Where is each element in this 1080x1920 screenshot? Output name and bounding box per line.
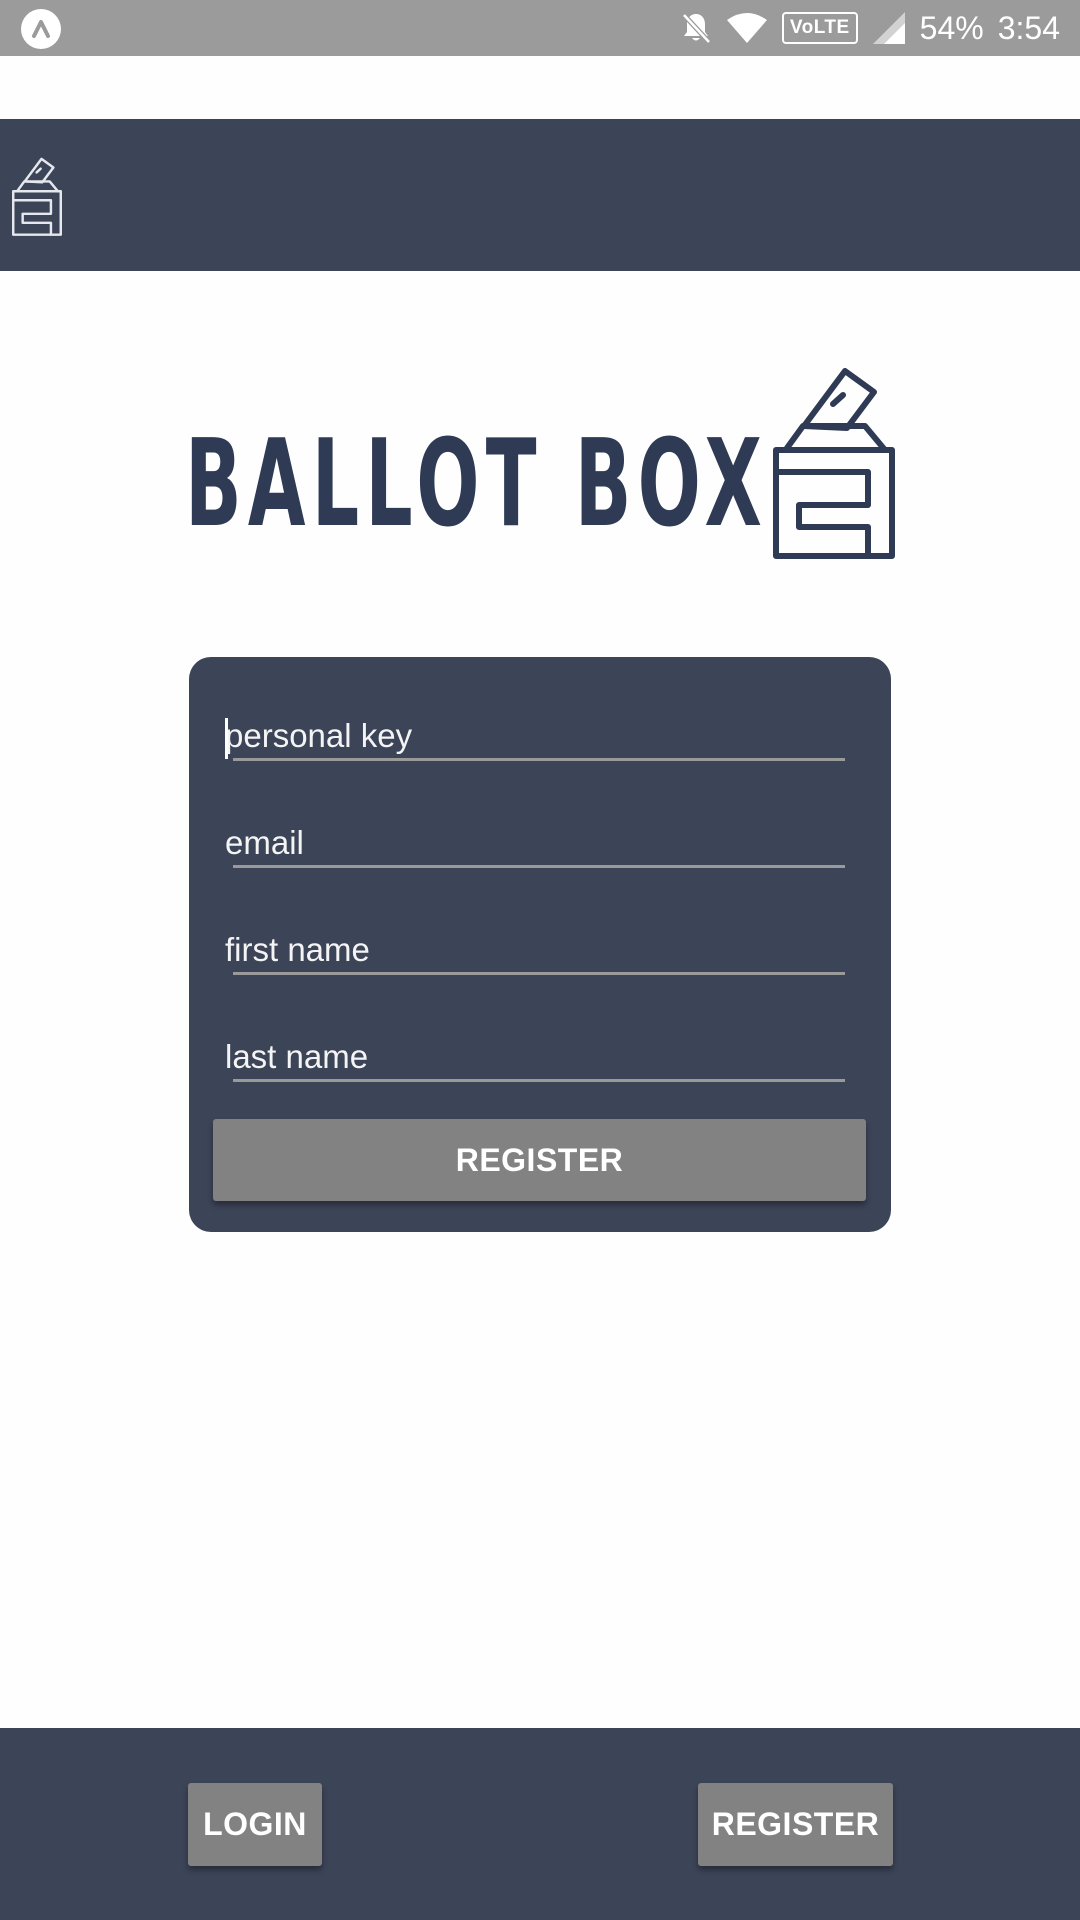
- signal-icon: [872, 11, 906, 45]
- last-name-input[interactable]: [225, 1032, 835, 1082]
- brand-wordmark: BALLOT BOX: [185, 415, 769, 554]
- volte-badge: VoLTE: [781, 12, 858, 44]
- input-underline: [233, 865, 845, 868]
- text-cursor: [225, 718, 228, 759]
- email-field: [225, 818, 845, 874]
- bottom-nav-bar: LOGIN REGISTER: [0, 1728, 1080, 1920]
- register-form-card: REGISTER: [189, 657, 891, 1232]
- input-underline: [233, 1079, 845, 1082]
- personal-key-field: [225, 711, 845, 767]
- status-bar: VoLTE 54% 3:54: [0, 0, 1080, 56]
- ballot-box-icon[interactable]: [12, 157, 62, 237]
- input-underline: [233, 758, 845, 761]
- register-submit-button[interactable]: REGISTER: [213, 1119, 866, 1201]
- app-header: [0, 119, 1080, 271]
- login-button[interactable]: LOGIN: [188, 1783, 322, 1866]
- first-name-input[interactable]: [225, 925, 835, 975]
- status-indicators: VoLTE 54% 3:54: [680, 0, 1060, 56]
- input-underline: [233, 972, 845, 975]
- personal-key-input[interactable]: [225, 711, 835, 761]
- clock: 3:54: [997, 9, 1060, 46]
- ballot-box-icon: [773, 368, 895, 559]
- last-name-field: [225, 1032, 845, 1088]
- brand-logo: BALLOT BOX: [185, 368, 895, 564]
- bell-off-icon: [680, 11, 712, 45]
- up-caret-icon: [21, 9, 61, 49]
- first-name-field: [225, 925, 845, 981]
- email-input[interactable]: [225, 818, 835, 868]
- battery-percent: 54%: [919, 9, 984, 46]
- register-nav-button[interactable]: REGISTER: [698, 1783, 893, 1866]
- wifi-icon: [726, 12, 768, 44]
